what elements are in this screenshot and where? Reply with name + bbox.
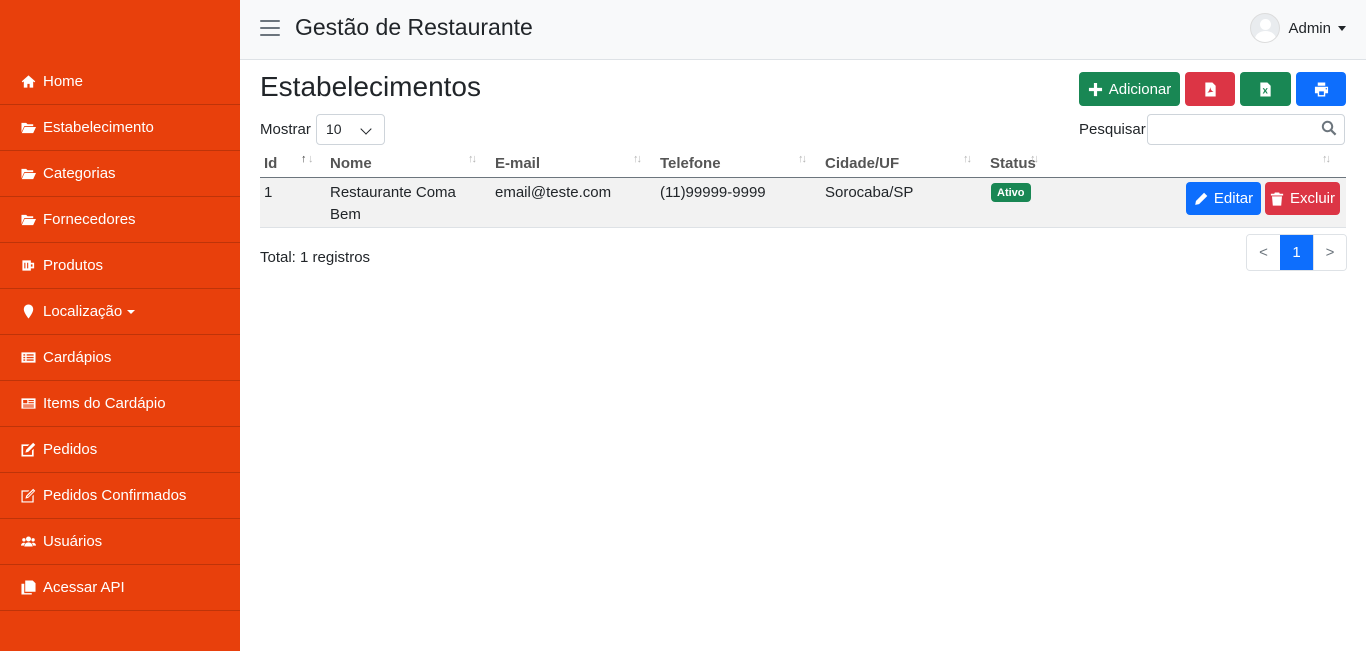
next-page-button[interactable]: > (1313, 235, 1346, 270)
beer-mug-icon (20, 258, 36, 274)
cell-nome: Restaurante Coma Bem (330, 182, 456, 226)
search-icon[interactable] (1321, 120, 1338, 137)
column-header-telefone[interactable]: Telefone (660, 155, 721, 172)
sort-icon[interactable]: ↑↓ (468, 153, 477, 165)
pagination: < 1 > (1246, 234, 1347, 271)
sidebar-item-home[interactable]: Home (0, 59, 240, 105)
users-icon (20, 534, 36, 550)
add-button[interactable]: Adicionar (1079, 72, 1180, 106)
edit-button[interactable]: Editar (1186, 182, 1261, 215)
cell-email: email@teste.com (495, 184, 612, 201)
add-button-label: Adicionar (1108, 80, 1172, 98)
sidebar-item-cardapios[interactable]: Cardápios (0, 335, 240, 381)
sidebar-item-label: Localização (43, 303, 123, 320)
avatar (1250, 13, 1281, 43)
sidebar-item-label: Items do Cardápio (43, 395, 166, 412)
newspaper-icon (20, 396, 36, 412)
sidebar-item-items-do-cardapio[interactable]: Items do Cardápio (0, 381, 240, 427)
plus-icon (1088, 82, 1102, 96)
folder-open-icon (20, 120, 36, 136)
page-size-label: Mostrar (260, 121, 311, 138)
sort-icon[interactable]: ↑↓ (1322, 153, 1331, 165)
cell-telefone: (11)99999-9999 (660, 184, 766, 201)
export-excel-button[interactable] (1240, 72, 1291, 106)
sort-icon[interactable]: ↑↓ (963, 153, 972, 165)
chevron-down-icon (360, 123, 372, 135)
folder-open-icon (20, 166, 36, 182)
edit-icon (20, 442, 36, 458)
column-header-email[interactable]: E-mail (495, 155, 540, 172)
status-badge: Ativo (991, 183, 1031, 202)
sidebar-item-label: Fornecedores (43, 211, 136, 228)
user-menu[interactable]: Admin (1250, 13, 1346, 43)
trash-icon (1270, 191, 1284, 206)
sidebar-item-acessar-api[interactable]: Acessar API (0, 565, 240, 611)
sidebar-item-usuarios[interactable]: Usuários (0, 519, 240, 565)
chevron-down-icon (127, 309, 136, 314)
sidebar-item-localizacao[interactable]: Localização (0, 289, 240, 335)
sidebar-item-label: Produtos (43, 257, 104, 274)
menu-toggle-icon[interactable] (260, 20, 280, 36)
sort-icon[interactable]: ↓ (308, 153, 313, 165)
sidebar: Home Estabelecimento Categorias Forneced… (0, 0, 240, 651)
sort-asc-icon[interactable]: ↑ (301, 153, 306, 165)
sidebar-item-label: Pedidos (43, 441, 98, 458)
column-header-status[interactable]: Status (990, 155, 1036, 172)
user-name: Admin (1288, 19, 1331, 37)
search-label: Pesquisar (1079, 121, 1146, 138)
print-icon (1314, 81, 1328, 97)
map-marker-icon (20, 304, 36, 320)
sidebar-item-label: Pedidos Confirmados (43, 487, 187, 504)
sort-icon[interactable]: ↑↓ (798, 153, 807, 165)
sidebar-item-label: Categorias (43, 165, 116, 182)
page-title: Estabelecimentos (260, 71, 482, 102)
sidebar-item-label: Estabelecimento (43, 119, 154, 136)
page-size-value: 10 (326, 121, 342, 137)
sort-icon[interactable]: ↑↓ (1030, 153, 1039, 165)
pencil-icon (1195, 192, 1208, 205)
file-excel-icon (1260, 81, 1271, 97)
app-title: Gestão de Restaurante (295, 14, 533, 40)
sidebar-item-label: Home (43, 73, 84, 90)
export-pdf-button[interactable] (1185, 72, 1235, 106)
sidebar-item-pedidos-confirmados[interactable]: Pedidos Confirmados (0, 473, 240, 519)
delete-button-label: Excluir (1289, 190, 1335, 207)
column-header-id[interactable]: Id (264, 155, 277, 172)
print-button[interactable] (1296, 72, 1346, 106)
sidebar-nav: Home Estabelecimento Categorias Forneced… (0, 59, 240, 611)
sidebar-item-pedidos[interactable]: Pedidos (0, 427, 240, 473)
sidebar-item-label: Acessar API (43, 579, 125, 596)
copy-icon (20, 580, 36, 596)
top-navbar: Gestão de Restaurante Admin (240, 0, 1366, 60)
total-records: Total: 1 registros (260, 249, 371, 266)
sort-icon[interactable]: ↑↓ (633, 153, 642, 165)
home-icon (20, 74, 36, 90)
cell-nome-line: Bem (330, 206, 361, 223)
sidebar-item-fornecedores[interactable]: Fornecedores (0, 197, 240, 243)
folder-open-icon (20, 212, 36, 228)
page-size-select[interactable]: 10 (316, 114, 385, 145)
sidebar-item-estabelecimento[interactable]: Estabelecimento (0, 105, 240, 151)
column-header-nome[interactable]: Nome (330, 155, 372, 172)
sidebar-item-produtos[interactable]: Produtos (0, 243, 240, 289)
edit-button-label: Editar (1213, 190, 1254, 207)
cell-nome-line: Restaurante Coma (330, 184, 456, 201)
edit-outline-icon (20, 488, 36, 504)
cell-cidade-uf: Sorocaba/SP (825, 184, 914, 201)
page-button-current[interactable]: 1 (1280, 235, 1313, 270)
sidebar-item-categorias[interactable]: Categorias (0, 151, 240, 197)
sidebar-item-label: Usuários (43, 533, 103, 550)
cell-id: 1 (264, 184, 273, 201)
delete-button[interactable]: Excluir (1265, 182, 1340, 215)
chevron-down-icon (1338, 25, 1346, 31)
search-input[interactable] (1147, 114, 1345, 145)
column-header-cidade-uf[interactable]: Cidade/UF (825, 155, 899, 172)
sidebar-item-label: Cardápios (43, 349, 112, 366)
list-alt-icon (20, 350, 36, 366)
prev-page-button[interactable]: < (1247, 235, 1280, 270)
file-pdf-icon (1204, 81, 1216, 97)
